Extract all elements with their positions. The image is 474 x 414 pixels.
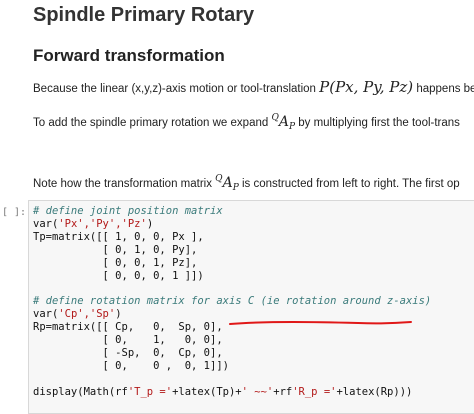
- paragraph-matrix-note: Note how the transformation matrix QAP i…: [33, 174, 460, 193]
- cell-prompt: [ ]:: [2, 207, 27, 218]
- code-line: [ 0, 0 , 0, 1]]): [33, 359, 229, 372]
- code-comment: # define joint position matrix: [33, 205, 223, 217]
- code-line: [ 0, 0, 1, Pz],: [33, 256, 198, 269]
- notebook-title: Spindle Primary Rotary: [33, 4, 255, 26]
- paragraph-spindle-rotation: To add the spindle primary rotation we e…: [33, 113, 460, 132]
- code-line: Rp=matrix([[ Cp, 0, Sp, 0],: [33, 321, 223, 334]
- code-line: [ 0, 1, 0, Py],: [33, 243, 198, 256]
- red-underline-annotation: [229, 321, 412, 325]
- code-line: Tp=matrix([[ 1, 0, 0, Px ],: [33, 230, 204, 243]
- math-qap: A: [278, 114, 289, 130]
- code-line: [ 0, 1, 0, 0],: [33, 334, 223, 347]
- paragraph-linear-motion: Because the linear (x,y,z)-axis motion o…: [33, 78, 474, 96]
- section-heading: Forward transformation: [33, 46, 225, 65]
- math-p-vector: P(Px, Py, Pz): [319, 78, 414, 96]
- code-line: [ 0, 0, 0, 1 ]]): [33, 269, 204, 282]
- code-line: [ -Sp, 0, Cp, 0],: [33, 346, 223, 359]
- code-comment: # define rotation matrix for axis C (ie …: [33, 295, 432, 308]
- code-editor[interactable]: # define joint position matrix var('Px',…: [33, 205, 431, 399]
- math-qap: A: [222, 175, 233, 191]
